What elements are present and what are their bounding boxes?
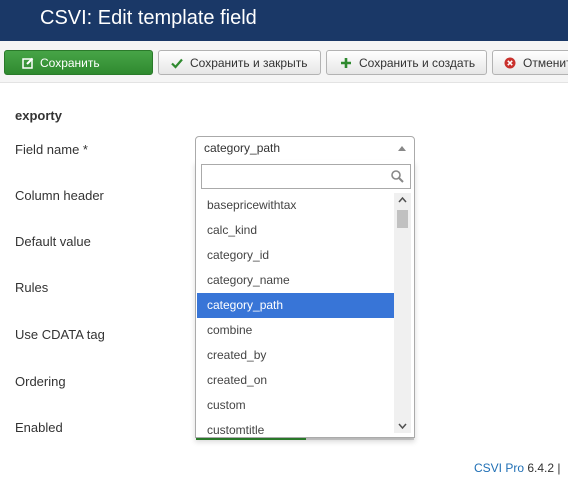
save-button-label: Сохранить [40,55,100,70]
dropdown-option[interactable]: calc_kind [197,218,394,243]
dropdown-option[interactable]: created_on [197,368,394,393]
ordering-label: Ordering [15,374,66,389]
use-cdata-label: Use CDATA tag [15,327,105,342]
plus-icon [340,57,352,69]
field-name-selected-value: category_path [204,141,281,155]
scroll-up-icon[interactable] [394,193,411,207]
version-text: 6.4.2 | [527,461,561,475]
dropdown-option[interactable]: basepricewithtax [197,193,394,218]
dropdown-options: basepricewithtax calc_kind category_id c… [197,193,394,437]
dropdown-option[interactable]: category_id [197,243,394,268]
check-icon [171,57,183,69]
scroll-down-icon[interactable] [394,419,411,433]
cancel-circle-icon [504,57,516,69]
cancel-button[interactable]: Отменит [492,50,568,75]
toolbar: Сохранить Сохранить и закрыть Сохранить … [0,41,568,83]
scrollbar-thumb[interactable] [397,210,408,228]
dropdown-option-selected[interactable]: category_path [197,293,394,318]
search-icon [391,170,404,186]
default-value-label: Default value [15,234,91,249]
page-title: CSVI: Edit template field [40,7,257,29]
dropdown-option[interactable]: category_name [197,268,394,293]
save-and-new-button[interactable]: Сохранить и создать [326,50,487,75]
save-and-new-label: Сохранить и создать [359,55,476,70]
dropdown-search-input[interactable] [206,165,386,187]
save-and-close-label: Сохранить и закрыть [190,55,308,70]
edit-icon [22,57,34,69]
save-and-close-button[interactable]: Сохранить и закрыть [158,50,321,75]
field-name-select[interactable]: category_path [195,136,415,161]
product-link[interactable]: CSVI Pro [474,461,524,475]
field-name-dropdown: basepricewithtax calc_kind category_id c… [195,160,415,438]
chevron-up-icon [398,146,406,151]
column-header-label: Column header [15,188,104,203]
enabled-label: Enabled [15,420,63,435]
footer: CSVI Pro 6.4.2 | [474,461,561,475]
dropdown-option[interactable]: customtitle [197,418,394,437]
section-title: exporty [15,108,62,123]
dropdown-search [201,164,411,189]
rules-label: Rules [15,280,49,295]
dropdown-scrollbar[interactable] [394,193,411,433]
dropdown-option[interactable]: combine [197,318,394,343]
dropdown-option[interactable]: custom [197,393,394,418]
dropdown-option[interactable]: created_by [197,343,394,368]
save-button[interactable]: Сохранить [4,50,153,75]
page-header: CSVI: Edit template field [0,0,568,41]
cancel-label: Отменит [523,55,568,70]
field-name-label: Field name * [15,142,88,157]
